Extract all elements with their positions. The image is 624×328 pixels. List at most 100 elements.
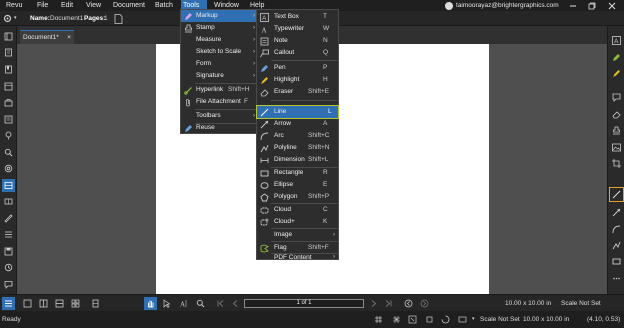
menu-item-markup[interactable]: Markup › — [181, 10, 258, 22]
menu-item-eraser[interactable]: Eraser Shift+E — [257, 86, 338, 98]
split-horizontal-icon[interactable] — [53, 297, 66, 310]
menu-item-sketch-to-scale[interactable]: Sketch to Scale › — [181, 46, 258, 58]
menu-item-image[interactable]: Image › — [257, 229, 338, 241]
highlight-icon[interactable] — [610, 67, 623, 80]
crop-icon[interactable] — [610, 157, 623, 170]
menu-document[interactable]: Document — [111, 0, 147, 11]
menu-item-arrow[interactable]: Arrow A — [257, 118, 338, 130]
back-icon[interactable] — [402, 297, 415, 310]
minimize-icon[interactable] — [566, 0, 580, 11]
select-arrow-icon[interactable] — [160, 297, 173, 310]
pan-hand-icon[interactable] — [144, 297, 157, 310]
menu-item-rectangle[interactable]: Rectangle R — [257, 167, 338, 179]
reuse-markups-icon[interactable] — [441, 315, 450, 324]
menu-item-cloud[interactable]: Cloud C — [257, 204, 338, 216]
scale-dropdown-icon[interactable]: ▾ — [472, 311, 475, 328]
zoom-icon[interactable] — [194, 297, 207, 310]
continuous-view-icon[interactable] — [89, 297, 102, 310]
note-icon[interactable] — [610, 91, 623, 104]
chat-icon[interactable] — [2, 278, 15, 291]
snap-to-content-icon[interactable] — [408, 315, 417, 324]
line-icon[interactable] — [609, 187, 624, 202]
thumbnails-icon[interactable] — [2, 30, 15, 43]
menu-item-line[interactable]: Line L — [256, 105, 339, 119]
menu-item-ellipse[interactable]: Ellipse E — [257, 179, 338, 191]
menu-item-typewriter[interactable]: A Typewriter W — [257, 23, 338, 35]
signatures-icon[interactable] — [2, 212, 15, 225]
grid-icon[interactable] — [374, 315, 383, 324]
status-scale[interactable]: Scale Not Set — [480, 311, 520, 328]
layers-icon[interactable] — [2, 46, 15, 59]
arrow-icon[interactable] — [610, 206, 623, 219]
snap-to-markup-icon[interactable] — [425, 315, 434, 324]
menu-item-form[interactable]: Form › — [181, 58, 258, 70]
menu-file[interactable]: File — [35, 0, 50, 11]
grid-view-icon[interactable] — [69, 297, 82, 310]
last-page-icon[interactable] — [382, 297, 395, 310]
markups-list-icon[interactable] — [2, 179, 15, 192]
properties-icon[interactable] — [2, 113, 15, 126]
tab-close-icon[interactable]: × — [67, 34, 71, 41]
page-icon[interactable] — [114, 14, 123, 24]
sync-icon[interactable] — [458, 315, 467, 324]
snap-to-grid-icon[interactable] — [392, 315, 401, 324]
file-access-icon[interactable] — [2, 80, 15, 93]
menu-item-pen[interactable]: Pen P — [257, 62, 338, 74]
menu-item-polyline[interactable]: Polyline Shift+N — [257, 142, 338, 154]
select-text-icon[interactable]: A — [177, 297, 190, 310]
menu-item-signature[interactable]: Signature › — [181, 70, 258, 82]
user-account[interactable]: taimoorayaz@brightergraphics.com — [445, 0, 559, 11]
pen-icon[interactable] — [610, 51, 623, 64]
studio-icon[interactable] — [2, 162, 15, 175]
menu-item-reuse[interactable]: Reuse — [181, 122, 258, 134]
close-icon[interactable] — [605, 0, 619, 11]
previous-page-icon[interactable] — [229, 297, 242, 310]
image-icon[interactable] — [610, 141, 623, 154]
panels-list-icon[interactable] — [2, 297, 15, 310]
menu-item-polygon[interactable]: Polygon Shift+P — [257, 191, 338, 203]
menu-item-arc[interactable]: Arc Shift+C — [257, 130, 338, 142]
save-icon[interactable] — [2, 245, 15, 258]
menu-batch[interactable]: Batch — [153, 0, 175, 11]
menu-item-cloud-plus[interactable]: Cloud+ K — [257, 216, 338, 228]
menu-edit[interactable]: Edit — [59, 0, 75, 11]
menu-item-measure[interactable]: Measure › — [181, 34, 258, 46]
menu-item-toolbars[interactable]: Toolbars › — [181, 110, 258, 122]
menu-item-pdf-content[interactable]: PDF Content › — [257, 254, 338, 261]
restore-icon[interactable] — [585, 0, 599, 11]
rectangle-icon[interactable] — [610, 255, 623, 268]
measurements-icon[interactable] — [2, 129, 15, 142]
menu-view[interactable]: View — [84, 0, 103, 11]
links-icon[interactable] — [2, 228, 15, 241]
split-vertical-icon[interactable] — [37, 297, 50, 310]
dropdown-arrow-icon[interactable]: ▾ — [14, 11, 17, 26]
menu-item-note[interactable]: Note N — [257, 35, 338, 47]
menu-item-callout[interactable]: Callout Q — [257, 47, 338, 59]
next-page-icon[interactable] — [367, 297, 380, 310]
single-page-icon[interactable] — [21, 297, 34, 310]
tab-document1[interactable]: Document1* × — [20, 30, 74, 44]
forward-icon[interactable] — [418, 297, 431, 310]
menu-revu[interactable]: Revu — [4, 0, 24, 11]
bookmarks-icon[interactable] — [2, 63, 15, 76]
spaces-icon[interactable] — [2, 195, 15, 208]
more-tools-icon[interactable] — [610, 272, 623, 285]
menu-item-file-attachment[interactable]: File Attachment F — [181, 96, 258, 108]
polyline-icon[interactable] — [610, 239, 623, 252]
gear-icon[interactable] — [3, 14, 12, 23]
page-number-field[interactable]: 1 of 1 — [244, 299, 364, 308]
svg-text:A: A — [180, 301, 185, 309]
first-page-icon[interactable] — [214, 297, 227, 310]
history-icon[interactable] — [2, 261, 15, 274]
menu-item-dimension[interactable]: Dimension Shift+L — [257, 154, 338, 166]
eraser-icon[interactable] — [610, 108, 623, 121]
menu-item-stamp[interactable]: Stamp › — [181, 22, 258, 34]
toolchest-icon[interactable] — [2, 96, 15, 109]
text-box-icon[interactable]: A — [610, 34, 623, 47]
menu-item-highlight[interactable]: Highlight H — [257, 74, 338, 86]
arc-icon[interactable] — [610, 223, 623, 236]
menu-item-hyperlink[interactable]: Hyperlink Shift+H — [181, 84, 258, 96]
search-icon[interactable] — [2, 146, 15, 159]
menu-item-text-box[interactable]: A Text Box T — [257, 11, 338, 23]
stamp-icon[interactable] — [610, 124, 623, 137]
